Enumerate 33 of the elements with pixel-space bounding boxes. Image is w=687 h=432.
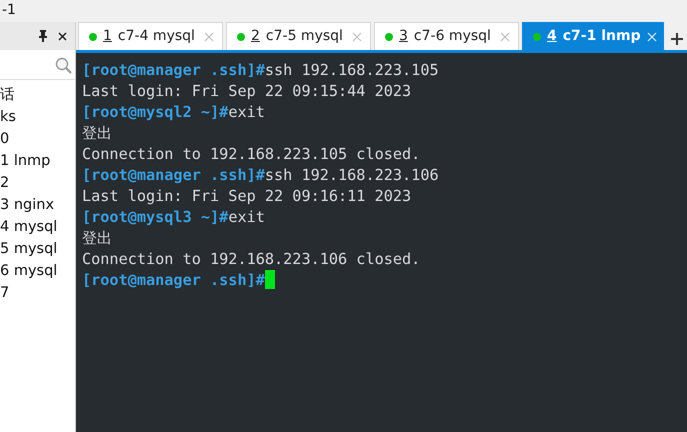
prompt-text: [root@mysql3 ~]# bbox=[82, 208, 228, 226]
output-text: 登出 bbox=[82, 124, 112, 142]
output-text: Last login: Fri Sep 22 09:16:11 2023 bbox=[82, 187, 412, 205]
search-icon[interactable] bbox=[55, 57, 72, 74]
tab[interactable]: 4 c7-1 lnmp bbox=[522, 22, 664, 50]
output-text: 登出 bbox=[82, 229, 112, 247]
tab[interactable]: 2 c7-5 mysql bbox=[226, 22, 371, 50]
command-text: exit bbox=[228, 103, 265, 121]
session-item[interactable]: 7 bbox=[0, 282, 75, 304]
prompt-text: [root@mysql2 ~]# bbox=[82, 103, 228, 121]
output-text: Connection to 192.168.223.105 closed. bbox=[82, 145, 420, 163]
session-item[interactable]: 0 bbox=[0, 128, 75, 150]
prompt-text: [root@manager .ssh]# bbox=[82, 271, 265, 289]
pin-icon[interactable] bbox=[38, 30, 48, 42]
prompt-text: [root@manager .ssh]# bbox=[82, 166, 265, 184]
session-item[interactable]: 3 nginx bbox=[0, 194, 75, 216]
tab[interactable]: 3 c7-6 mysql bbox=[374, 22, 519, 50]
command-text: ssh 192.168.223.106 bbox=[264, 166, 439, 184]
session-item[interactable]: 2 bbox=[0, 172, 75, 194]
tab[interactable]: 1 c7-4 mysql bbox=[78, 22, 223, 50]
window-title: -1 bbox=[1, 1, 17, 20]
session-item[interactable]: 话 bbox=[0, 84, 75, 106]
command-text: exit bbox=[228, 208, 265, 226]
close-icon[interactable] bbox=[58, 32, 67, 40]
session-item[interactable]: 5 mysql bbox=[0, 238, 75, 260]
session-item[interactable]: 6 mysql bbox=[0, 260, 75, 282]
session-item[interactable]: 4 mysql bbox=[0, 216, 75, 238]
prompt-text: [root@manager .ssh]# bbox=[82, 61, 265, 79]
command-text: ssh 192.168.223.105 bbox=[264, 61, 439, 79]
output-text: Connection to 192.168.223.106 closed. bbox=[82, 250, 420, 268]
output-text: Last login: Fri Sep 22 09:15:44 2023 bbox=[82, 82, 412, 100]
session-item[interactable]: 1 lnmp bbox=[0, 150, 75, 172]
session-item[interactable]: ks bbox=[0, 106, 75, 128]
